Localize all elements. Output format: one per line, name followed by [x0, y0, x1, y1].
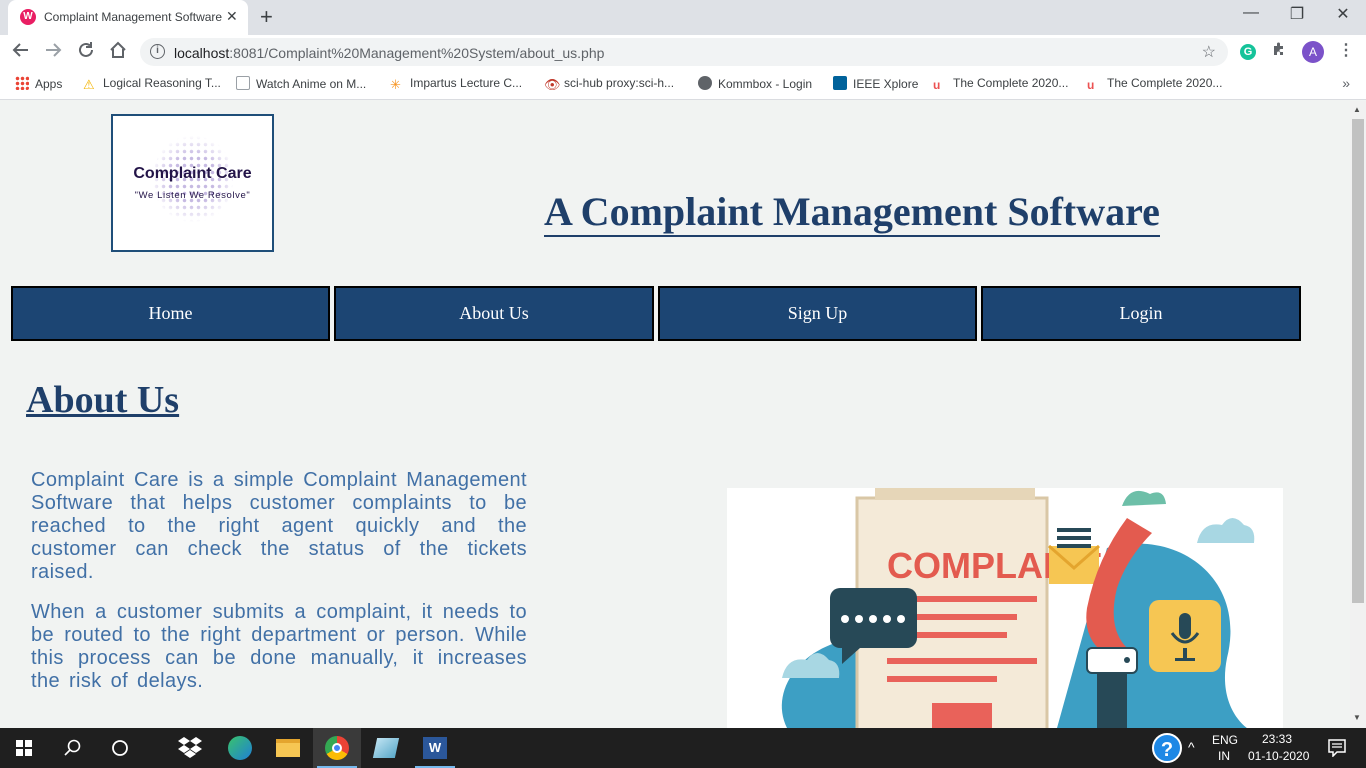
grammarly-extension-icon[interactable]: G — [1240, 44, 1256, 60]
taskbar-edge[interactable] — [216, 728, 264, 768]
windows-logo-icon — [16, 740, 32, 756]
globe-icon — [698, 76, 712, 90]
browser-tabbar: W Complaint Management Software ✕ + — ❐ … — [0, 0, 1366, 35]
bookmark-impartus[interactable]: ✳ Impartus Lecture C... — [390, 76, 522, 92]
folder-icon — [276, 739, 300, 757]
task-view-icon — [112, 740, 128, 756]
site-logo[interactable]: Complaint Care "We Listen We Resolve" — [111, 114, 274, 252]
chrome-icon — [325, 736, 349, 760]
search-icon — [64, 739, 81, 756]
taskbar-dropbox[interactable] — [166, 728, 214, 768]
url-path: :8081/Complaint%20Management%20System/ab… — [229, 45, 605, 61]
apps-grid-icon — [15, 76, 29, 90]
profile-avatar[interactable]: A — [1302, 41, 1324, 63]
bookmark-complete-2020-a[interactable]: u The Complete 2020... — [933, 76, 1068, 92]
scroll-down-icon[interactable]: ▼ — [1353, 713, 1361, 722]
page-scrollbar[interactable]: ▲ ▼ — [1350, 101, 1366, 728]
udemy-icon: u — [933, 78, 941, 92]
logo-tagline: "We Listen We Resolve" — [134, 190, 251, 201]
window-close-icon[interactable]: ✕ — [1320, 4, 1366, 24]
impartus-icon: ✳ — [390, 77, 401, 92]
close-tab-icon[interactable]: ✕ — [226, 8, 238, 25]
browser-tab[interactable]: W Complaint Management Software ✕ — [8, 0, 248, 35]
page-content: Complaint Care "We Listen We Resolve" A … — [0, 101, 1350, 728]
about-paragraph-2: When a customer submits a complaint, it … — [31, 601, 527, 692]
tab-title: Complaint Management Software — [44, 10, 222, 24]
clock-time[interactable]: 23:33 — [1262, 732, 1292, 746]
scroll-thumb[interactable] — [1352, 119, 1364, 603]
bookmark-kommbox[interactable]: Kommbox - Login — [698, 76, 812, 91]
start-button[interactable] — [0, 728, 48, 768]
nav-about-us-button[interactable]: About Us — [334, 286, 654, 341]
minimize-icon[interactable]: — — [1228, 4, 1274, 22]
udemy-icon: u — [1087, 78, 1095, 92]
forward-icon[interactable] — [44, 41, 62, 64]
bookmark-star-icon[interactable]: ☆ — [1202, 42, 1216, 62]
nav-login-button[interactable]: Login — [981, 286, 1301, 341]
language-region[interactable]: IN — [1218, 749, 1230, 763]
extensions-puzzle-icon[interactable] — [1271, 41, 1287, 62]
bookmarks-overflow-icon[interactable]: » — [1342, 75, 1350, 91]
url-text: localhost:8081/Complaint%20Management%20… — [174, 45, 604, 61]
browser-menu-icon[interactable]: ⋮ — [1338, 40, 1354, 60]
ieee-icon — [833, 76, 847, 90]
taskbar-search-button[interactable] — [48, 728, 96, 768]
reload-icon[interactable] — [77, 41, 95, 64]
language-code[interactable]: ENG — [1212, 733, 1238, 747]
site-favicon-icon: W — [20, 9, 36, 25]
restore-icon[interactable]: ❐ — [1274, 4, 1320, 24]
taskbar-app[interactable] — [362, 728, 410, 768]
scroll-up-icon[interactable]: ▲ — [1353, 105, 1361, 114]
bookmark-apps[interactable]: Apps — [15, 76, 62, 91]
notification-icon — [1328, 739, 1346, 757]
bookmark-complete-2020-b[interactable]: u The Complete 2020... — [1087, 76, 1222, 92]
taskbar-file-explorer[interactable] — [264, 728, 312, 768]
notifications-button[interactable] — [1318, 728, 1358, 768]
nav-home-button[interactable]: Home — [11, 286, 330, 341]
browser-toolbar: i localhost:8081/Complaint%20Management%… — [0, 35, 1366, 69]
bookmark-logical-reasoning[interactable]: ⚠ Logical Reasoning T... — [83, 76, 221, 92]
new-tab-icon[interactable]: + — [260, 4, 273, 30]
site-title: A Complaint Management Software — [544, 189, 1160, 237]
site-info-icon[interactable]: i — [150, 44, 165, 59]
complaint-illustration: COMPLAINT — [727, 488, 1283, 728]
app-icon — [372, 738, 400, 758]
bookmark-watch-anime[interactable]: Watch Anime on M... — [236, 76, 366, 91]
url-host: localhost — [174, 45, 230, 61]
bookmark-sci-hub[interactable]: 👁 sci-hub proxy:sci-h... — [544, 76, 674, 92]
edge-icon — [228, 736, 252, 760]
taskbar-word[interactable]: W — [411, 728, 459, 768]
dropbox-icon — [178, 737, 202, 758]
page-icon — [236, 76, 250, 90]
task-view-button[interactable] — [96, 728, 144, 768]
logo-name: Complaint Care — [133, 165, 252, 182]
address-bar[interactable]: i localhost:8081/Complaint%20Management%… — [140, 38, 1228, 66]
page-heading: About Us — [26, 379, 180, 421]
nav-sign-up-button[interactable]: Sign Up — [658, 286, 977, 341]
bookmarks-bar: Apps ⚠ Logical Reasoning T... Watch Anime… — [0, 69, 1366, 100]
home-icon[interactable] — [109, 41, 127, 64]
help-icon: ? — [1152, 733, 1182, 763]
warning-triangle-icon: ⚠ — [83, 77, 95, 92]
clock-date[interactable]: 01-10-2020 — [1248, 749, 1309, 763]
tray-overflow-icon[interactable]: ^ — [1188, 739, 1195, 755]
bookmark-ieee[interactable]: IEEE Xplore — [833, 76, 918, 91]
windows-taskbar: W ? ^ ENG IN 23:33 01-10-2020 — [0, 728, 1366, 768]
back-icon[interactable] — [12, 41, 30, 64]
help-tray-button[interactable]: ? — [1150, 728, 1182, 768]
taskbar-chrome[interactable] — [313, 728, 361, 768]
about-paragraph-1: Complaint Care is a simple Complaint Man… — [31, 469, 527, 583]
sci-hub-eye-icon: 👁 — [544, 77, 561, 92]
word-icon: W — [423, 737, 447, 759]
